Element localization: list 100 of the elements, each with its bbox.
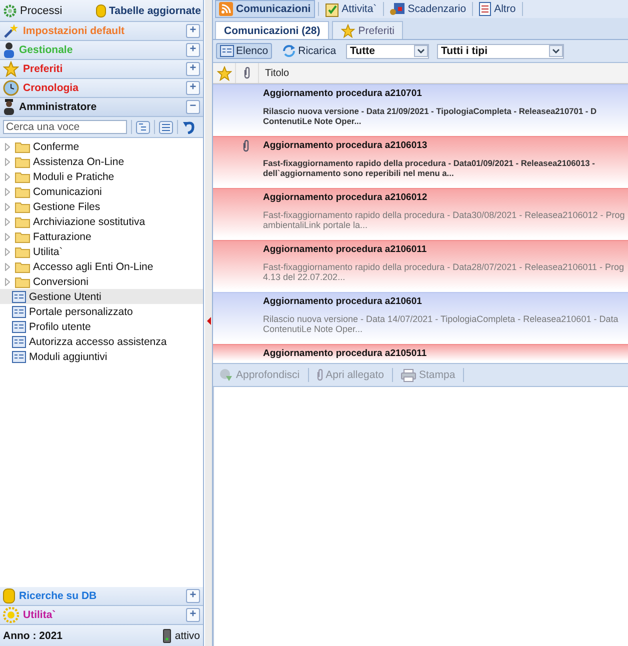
tree-item[interactable]: Conversioni [0, 274, 203, 289]
folder-icon [15, 200, 30, 212]
column-header[interactable]: Titolo [259, 63, 290, 83]
tables-label[interactable]: Tabelle aggiornate [109, 4, 201, 16]
toggle-button[interactable]: + [186, 589, 200, 603]
toggle-button[interactable]: + [186, 62, 200, 76]
year-label: Anno : 2021 [3, 630, 63, 642]
page-icon [12, 336, 26, 348]
tree-item[interactable]: Moduli e Pratiche [0, 169, 203, 184]
tree-item[interactable]: Conferme [0, 139, 203, 154]
section-title: Utilita` [23, 609, 57, 621]
tree-item[interactable]: Comunicazioni [0, 184, 203, 199]
section-title: Cronologia [23, 82, 80, 94]
tree-item[interactable]: Profilo utente [0, 319, 203, 334]
tree-item[interactable]: Moduli aggiuntivi [0, 349, 203, 364]
tree-item[interactable]: Accesso agli Enti On-Line [0, 259, 203, 274]
type-dropdown[interactable]: Tutti i tipi [437, 44, 564, 58]
section-title: Gestionale [19, 44, 74, 56]
message-title: Aggiornamento procedura a2106011 [263, 244, 428, 255]
message-summary: Fast-fixaggiornamento rapido della procedura - Data01/09/2021 - Releasea2106013 - dell`aggiornamento sono reperibili nel menu a... [263, 158, 595, 178]
star-icon [216, 66, 232, 80]
message-summary: Fast-fixaggiornamento rapido della procedura - Data30/08/2021 - Releasea2106012 - Prog ambientaliLink portale la... [263, 210, 625, 230]
clock-icon [3, 80, 19, 96]
list-icon[interactable] [159, 120, 173, 134]
message-row[interactable]: Aggiornamento procedura a2105011 [213, 344, 628, 363]
tree-item[interactable]: Gestione Files [0, 199, 203, 214]
page-icon [12, 306, 26, 318]
folder-icon [15, 260, 30, 272]
message-summary: Fast-fixaggiornamento rapido della procedura - Data28/07/2021 - Releasea2106011 - Prog 4.13 del 22.07.202... [263, 262, 624, 282]
tree-item[interactable]: Utilita` [0, 244, 203, 259]
tree-item[interactable]: Fatturazione [0, 229, 203, 244]
folder-icon [15, 156, 30, 168]
section-title: Ricerche su DB [19, 590, 98, 602]
calendar-icon [390, 2, 405, 16]
folder-icon [15, 216, 30, 228]
toggle-button[interactable]: − [186, 100, 200, 114]
section-header[interactable]: Amministratore − [0, 98, 203, 117]
paperclip-icon [243, 140, 249, 152]
sub-tab[interactable]: Comunicazioni (28) [215, 21, 330, 39]
paperclip-icon [316, 369, 323, 381]
section-header[interactable]: Gestionale + [0, 41, 203, 60]
section-title: Preferiti [23, 63, 64, 75]
section-title: Amministratore [19, 101, 98, 113]
message-title: Aggiornamento procedura a210601 [263, 296, 423, 307]
toggle-button[interactable]: + [186, 24, 200, 38]
message-summary: Rilascio nuova versione - Data 21/09/2021 - TipologiaCompleta - Releasea210701 - D ContenutiLe Note Oper... [263, 106, 597, 126]
message-title: Aggiornamento procedura a2106013 [263, 140, 428, 151]
tree-icon[interactable] [136, 120, 150, 134]
section-header[interactable]: Utilita` + [0, 606, 203, 625]
wand-icon [3, 23, 19, 39]
list-view-button[interactable]: Elenco [216, 43, 272, 59]
folder-icon [15, 186, 30, 198]
toggle-button[interactable]: + [186, 81, 200, 95]
tree-item[interactable]: Gestione Utenti [0, 289, 203, 304]
page-icon [12, 320, 26, 332]
folder-icon [15, 246, 30, 258]
list-icon [479, 2, 492, 16]
section-header[interactable]: Impostazioni default + [0, 22, 203, 41]
tree-item[interactable]: Archiviazione sostitutiva [0, 214, 203, 229]
database-icon [3, 588, 15, 604]
folder-icon [15, 230, 30, 242]
sun-icon [3, 607, 19, 623]
tree-item[interactable]: Assistenza On-Line [0, 154, 203, 169]
filter-dropdown[interactable]: Tutte [346, 44, 430, 58]
list-icon [220, 45, 234, 57]
clipboard-icon [324, 2, 339, 16]
printer-icon [401, 368, 416, 382]
section-title: Impostazioni default [23, 25, 126, 37]
folder-icon [15, 170, 30, 182]
paperclip-icon [244, 67, 250, 79]
main-tab[interactable]: Scadenzario [386, 1, 470, 17]
status-label: attivo [174, 630, 200, 642]
section-header[interactable]: Ricerche su DB + [0, 587, 203, 606]
message-title: Aggiornamento procedura a2105011 [263, 348, 428, 359]
main-tab[interactable]: Attivita` [322, 0, 380, 18]
processes-label[interactable]: Processi [20, 4, 62, 16]
tree-item[interactable]: Portale personalizzato [0, 304, 203, 319]
refresh-icon [282, 44, 296, 58]
main-tab[interactable]: Altro [476, 1, 519, 17]
toggle-button[interactable]: + [186, 608, 200, 622]
star-icon [341, 24, 356, 38]
reload-button[interactable]: Ricarica [278, 42, 340, 60]
page-icon [12, 290, 26, 302]
sub-tab[interactable]: Preferiti [332, 21, 404, 39]
rss-icon [219, 2, 233, 16]
star-icon [3, 61, 19, 77]
collapse-arrow-icon[interactable] [206, 317, 210, 325]
page-icon [12, 350, 26, 362]
device-icon [162, 628, 171, 642]
gear-icon [3, 4, 17, 18]
undo-icon[interactable] [182, 120, 196, 134]
tree-item[interactable]: Autorizza accesso assistenza [0, 334, 203, 349]
message-title: Aggiornamento procedura a2106012 [263, 192, 428, 203]
toggle-button[interactable]: + [186, 43, 200, 57]
person-icon [3, 99, 15, 115]
section-header[interactable]: Cronologia + [0, 79, 203, 98]
search-field[interactable]: Cerca una voce [3, 120, 127, 134]
person-icon [3, 42, 15, 58]
section-header[interactable]: Preferiti + [0, 60, 203, 79]
main-tab[interactable]: Comunicazioni [215, 0, 315, 18]
